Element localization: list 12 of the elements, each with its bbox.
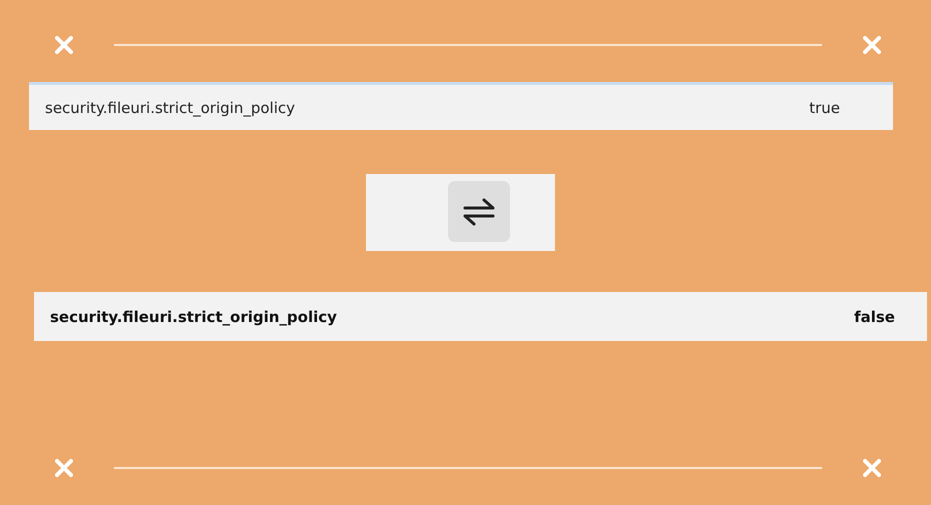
preference-value: false [854,308,895,326]
preference-name: security.fileuri.strict_origin_policy [50,308,337,326]
preference-name: security.fileuri.strict_origin_policy [45,98,295,116]
preference-value: true [809,98,840,116]
swap-arrows-icon [462,196,496,226]
close-icon[interactable] [55,459,73,477]
close-icon[interactable] [55,36,73,54]
close-icon[interactable] [863,36,881,54]
close-icon[interactable] [863,459,881,477]
toggle-button[interactable] [448,181,510,242]
preference-row[interactable]: security.fileuri.strict_origin_policy false [34,292,927,341]
preference-row[interactable]: security.fileuri.strict_origin_policy true [29,82,893,130]
